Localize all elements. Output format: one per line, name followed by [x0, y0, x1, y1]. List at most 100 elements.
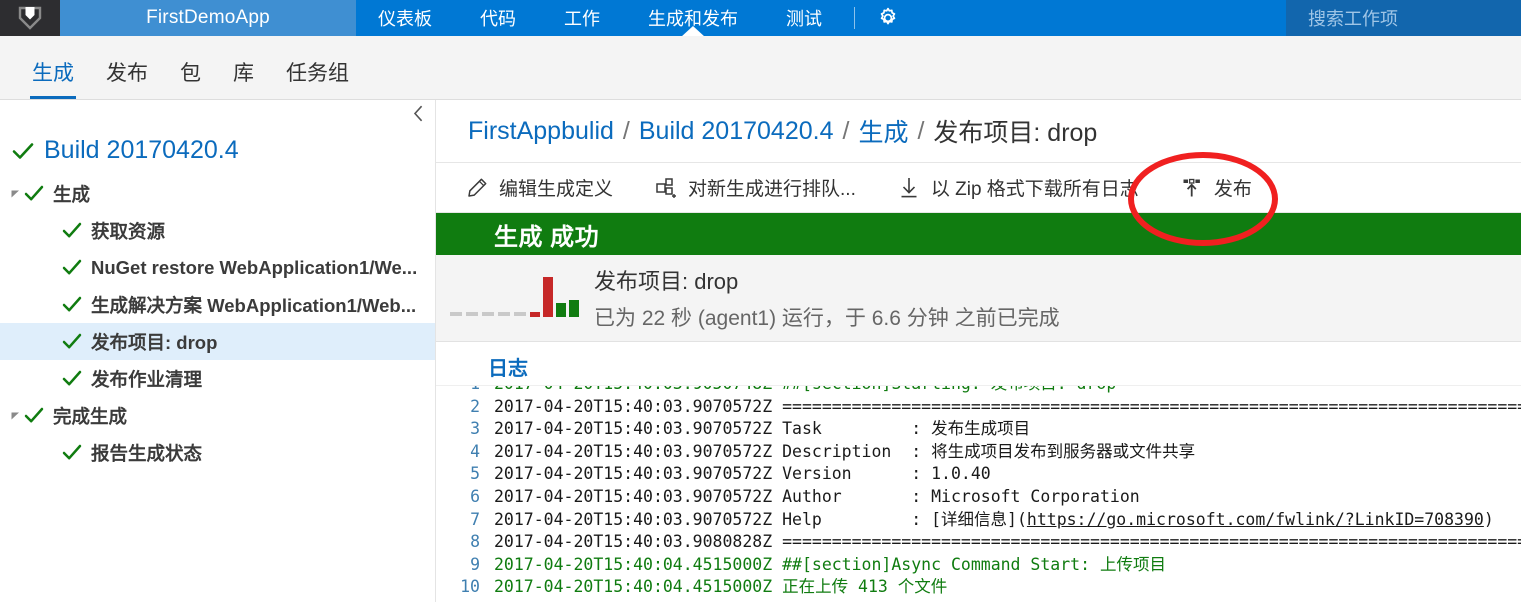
subnav-tab-label: 库 — [233, 62, 254, 85]
sparkline-bar-failed — [530, 312, 540, 317]
check-icon — [12, 142, 34, 160]
download-icon — [896, 177, 922, 199]
breadcrumb-item-definition[interactable]: FirstAppbulid — [468, 117, 614, 146]
build-title-row[interactable]: Build 20170420.4 — [12, 136, 435, 165]
build-summary: 发布项目: drop 已为 22 秒 (agent1) 运行，于 6.6 分钟 … — [436, 255, 1521, 342]
tree-item-finalize-build[interactable]: 完成生成 — [0, 397, 435, 434]
secondary-nav: 生成 发布 包 库 任务组 — [0, 36, 1521, 100]
top-header-bar: FirstDemoApp 仪表板 代码 工作 生成和发布 测试 搜索工作项 — [0, 0, 1521, 36]
tree-item-label: 生成解决方案 WebApplication1/Web... — [91, 294, 417, 316]
sparkline-dash — [498, 312, 510, 316]
toolbar-label: 编辑生成定义 — [499, 179, 614, 200]
breadcrumb: FirstAppbulid / Build 20170420.4 / 生成 / … — [436, 100, 1521, 162]
status-badge: 生成 成功 — [494, 223, 600, 251]
log-line-link[interactable]: https://go.microsoft.com/fwlink/?LinkID=… — [1027, 509, 1484, 532]
nav-tab-dashboard[interactable]: 仪表板 — [356, 0, 456, 36]
subnav-tab-builds[interactable]: 生成 — [16, 57, 90, 99]
log-line: 5 2017-04-20T15:40:03.9070572Z Version :… — [446, 463, 1521, 486]
check-icon — [62, 370, 82, 387]
project-name[interactable]: FirstDemoApp — [60, 0, 356, 36]
breadcrumb-separator: / — [842, 116, 850, 145]
log-line-number: 4 — [470, 441, 480, 461]
log-line: 8 2017-04-20T15:40:03.9080828Z =========… — [446, 531, 1521, 554]
tree-item-build[interactable]: 生成 — [0, 175, 435, 212]
logs-section-heading[interactable]: 日志 — [436, 342, 1521, 385]
log-viewer[interactable]: 1 2017-04-20T15:40:03.9050748Z ##[sectio… — [436, 385, 1521, 596]
build-title-label: Build 20170420.4 — [44, 136, 239, 164]
tree-item-label: NuGet restore WebApplication1/We... — [91, 256, 418, 278]
log-line: 4 2017-04-20T15:40:03.9070572Z Descripti… — [446, 441, 1521, 464]
tree-item-build-solution[interactable]: 生成解决方案 WebApplication1/Web... — [0, 286, 435, 323]
log-line-text: 2017-04-20T15:40:03.9080828Z ===========… — [494, 532, 1521, 552]
gear-glyph — [880, 7, 896, 25]
log-line: 6 2017-04-20T15:40:03.9070572Z Author : … — [446, 486, 1521, 509]
tfs-logo-glyph — [18, 6, 42, 30]
nav-tab-label: 测试 — [786, 9, 822, 29]
tree-item-publish-cleanup[interactable]: 发布作业清理 — [0, 360, 435, 397]
search-placeholder: 搜索工作项 — [1308, 9, 1398, 29]
main-content: FirstAppbulid / Build 20170420.4 / 生成 / … — [436, 100, 1521, 602]
tree-item-publish-artifact[interactable]: 发布项目: drop — [0, 323, 435, 360]
log-line-number: 3 — [470, 419, 480, 439]
tree-item-label: 获取资源 — [91, 220, 166, 242]
gear-icon[interactable] — [863, 0, 913, 36]
log-line-text: 2017-04-20T15:40:03.9070572Z Description… — [494, 441, 1196, 461]
nav-tab-test[interactable]: 测试 — [762, 0, 846, 36]
log-line-text: 2017-04-20T15:40:03.9070572Z Author : Mi… — [494, 486, 1140, 506]
timeline-tree: 生成 获取资源 NuGet restore WebApplication1/We… — [0, 175, 435, 471]
pencil-icon — [464, 177, 490, 198]
subnav-tab-releases[interactable]: 发布 — [90, 57, 164, 99]
breadcrumb-separator: / — [622, 116, 630, 145]
download-logs-zip-button[interactable]: 以 Zip 格式下载所有日志 — [896, 174, 1139, 201]
queue-new-build-button[interactable]: 对新生成进行排队... — [653, 174, 856, 201]
log-line: 3 2017-04-20T15:40:03.9070572Z Task : 发布… — [446, 418, 1521, 441]
subnav-tab-library[interactable]: 库 — [217, 57, 270, 99]
log-line-number: 10 — [460, 577, 480, 596]
log-line-number: 8 — [470, 532, 480, 552]
tree-item-label: 报告生成状态 — [91, 442, 203, 464]
log-line-text: 2017-04-20T15:40:03.9070572Z Help : [详细信… — [494, 509, 1027, 529]
subnav-tab-label: 任务组 — [286, 62, 349, 85]
tree-item-report-status[interactable]: 报告生成状态 — [0, 434, 435, 471]
nav-divider — [854, 7, 855, 29]
chevron-down-icon[interactable] — [6, 189, 24, 198]
breadcrumb-item-build[interactable]: Build 20170420.4 — [639, 117, 834, 146]
subnav-tab-label: 包 — [180, 62, 201, 85]
toolbar-label: 发布 — [1213, 179, 1252, 200]
subnav-tab-packages[interactable]: 包 — [164, 57, 217, 99]
log-line-text-tail: ) — [1483, 509, 1494, 529]
tree-item-get-sources[interactable]: 获取资源 — [0, 212, 435, 249]
nav-tab-code[interactable]: 代码 — [456, 0, 540, 36]
check-icon — [62, 259, 82, 276]
log-line-text: 2017-04-20T15:40:03.9070572Z Version : 1… — [494, 464, 991, 484]
log-line-number: 1 — [446, 386, 480, 396]
check-icon — [62, 296, 82, 313]
app-root: FirstDemoApp 仪表板 代码 工作 生成和发布 测试 搜索工作项 生成… — [0, 0, 1521, 602]
nav-tab-build-release[interactable]: 生成和发布 — [624, 0, 762, 36]
log-line: 7 2017-04-20T15:40:03.9070572Z Help : [详… — [446, 509, 1521, 532]
publish-upload-icon — [1179, 177, 1205, 199]
tree-item-nuget-restore[interactable]: NuGet restore WebApplication1/We... — [0, 249, 435, 286]
queue-build-icon — [653, 177, 679, 199]
nav-tab-work[interactable]: 工作 — [540, 0, 624, 36]
log-line-text: 2017-04-20T15:40:03.9050748Z ##[section]… — [494, 386, 1116, 396]
chevron-left-icon[interactable] — [405, 100, 431, 126]
sparkline-dash — [466, 312, 478, 316]
summary-subtitle: 已为 22 秒 (agent1) 运行，于 6.6 分钟 之前已完成 — [594, 307, 1060, 330]
edit-build-definition-button[interactable]: 编辑生成定义 — [464, 174, 613, 201]
log-line-number: 6 — [470, 486, 480, 506]
sparkline-bar-succeeded — [569, 300, 579, 317]
nav-tab-label: 生成和发布 — [648, 9, 738, 29]
search-input[interactable]: 搜索工作项 — [1286, 0, 1521, 36]
tfs-logo-icon[interactable] — [0, 0, 60, 36]
publish-button[interactable]: 发布 — [1179, 174, 1252, 201]
sparkline-bar-failed — [543, 277, 553, 317]
breadcrumb-item-phase[interactable]: 生成 — [858, 113, 908, 149]
sparkline-dash — [450, 312, 462, 316]
chevron-down-icon[interactable] — [6, 411, 24, 420]
sparkline-bar-succeeded — [556, 303, 566, 317]
subnav-tab-label: 生成 — [32, 62, 74, 85]
subnav-tab-task-groups[interactable]: 任务组 — [270, 57, 365, 99]
tree-item-label: 发布项目: drop — [91, 331, 218, 353]
check-icon — [62, 333, 82, 350]
